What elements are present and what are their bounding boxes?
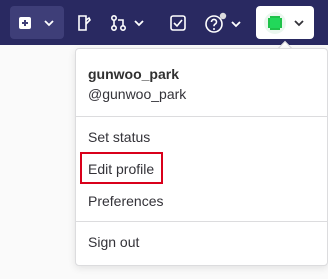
issues-button[interactable]	[72, 6, 96, 39]
user-menu-button[interactable]	[256, 6, 314, 39]
top-navbar	[0, 0, 328, 45]
set-status-item[interactable]: Set status	[88, 129, 150, 145]
help-button[interactable]	[204, 6, 246, 39]
plus-square-icon	[19, 16, 54, 29]
issues-icon	[78, 14, 91, 31]
sign-out-item[interactable]: Sign out	[88, 234, 139, 250]
user-handle: @gunwoo_park	[88, 86, 187, 102]
user-name: gunwoo_park	[88, 66, 180, 82]
user-dropdown-menu: gunwoo_park @gunwoo_park Set status Edit…	[75, 48, 328, 266]
divider	[76, 116, 327, 117]
preferences-item[interactable]: Preferences	[88, 193, 163, 209]
todos-button[interactable]	[166, 6, 190, 39]
new-menu-button[interactable]	[10, 6, 64, 39]
question-circle-icon	[205, 12, 241, 33]
user-avatar-icon	[264, 11, 304, 34]
merge-request-icon	[110, 14, 144, 31]
todo-checkbox-icon	[170, 14, 186, 31]
edit-profile-item[interactable]: Edit profile	[88, 161, 154, 177]
merge-requests-button[interactable]	[108, 6, 150, 39]
divider	[76, 221, 327, 222]
